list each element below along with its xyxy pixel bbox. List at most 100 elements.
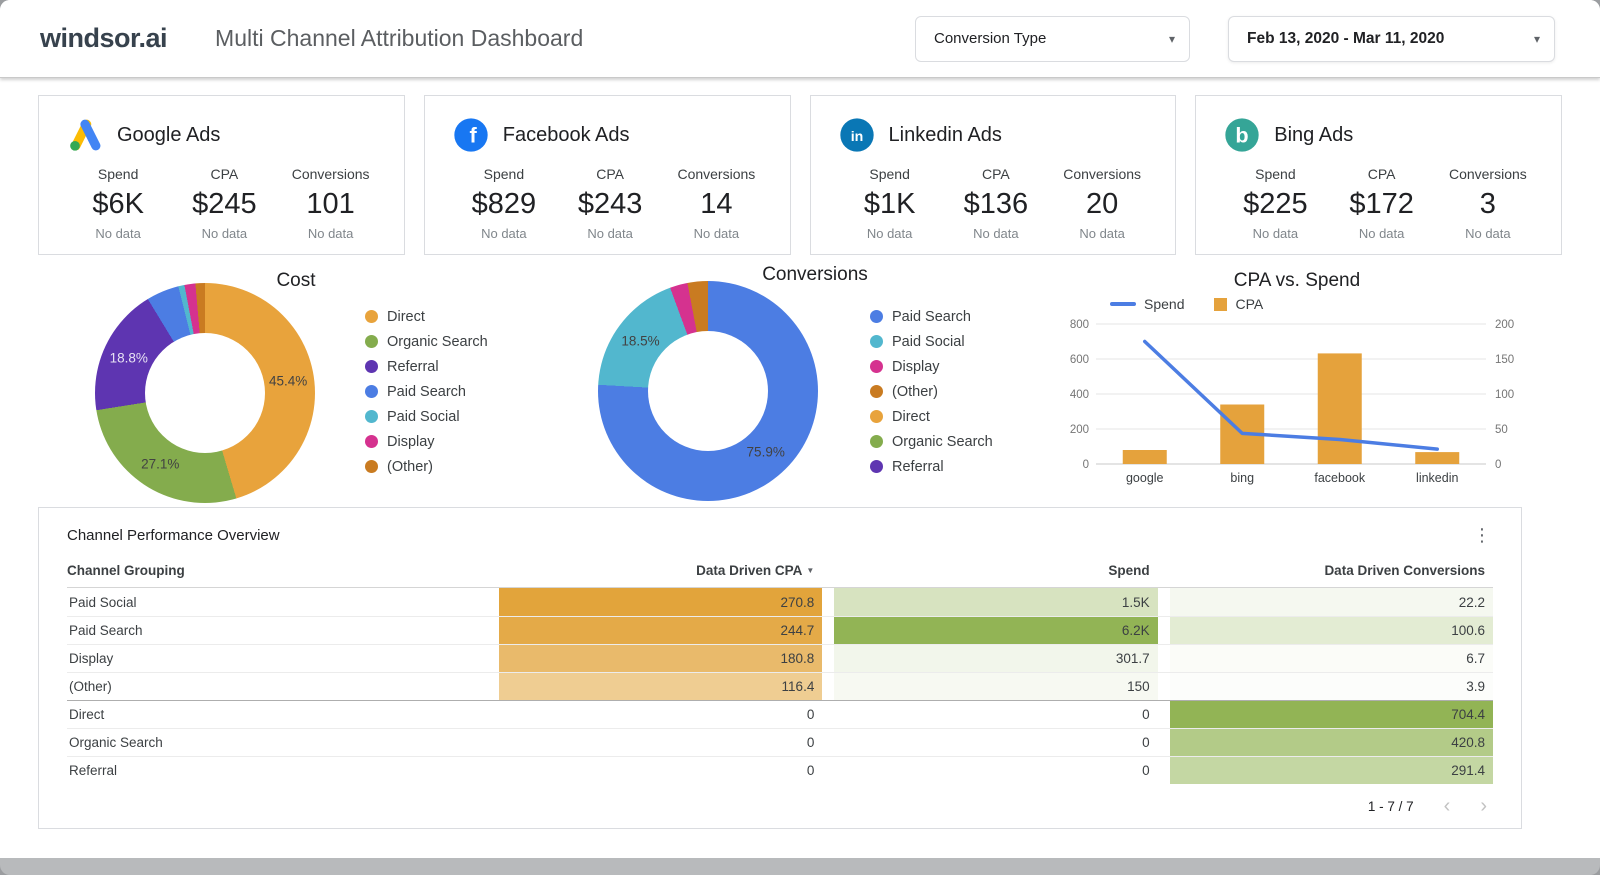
google-ads-icon [65,115,105,155]
legend-color-dot [365,335,378,348]
legend-item[interactable]: Direct [870,404,993,429]
legend-label: CPA [1235,296,1263,312]
legend-item[interactable]: Display [870,354,993,379]
kebab-menu-icon[interactable]: ⋮ [1473,526,1491,544]
legend-item[interactable]: Organic Search [870,429,993,454]
legend-label: Display [387,434,435,450]
cost-donut-chart: Cost 45.4%27.1%18.8% DirectOrganic Searc… [38,262,538,505]
left-axis-tick: 800 [1070,319,1089,331]
right-axis-tick: 150 [1495,354,1514,366]
pagination-label: 1 - 7 / 7 [1368,799,1414,814]
legend-item[interactable]: Paid Social [870,329,993,354]
legend-item[interactable]: (Other) [365,454,488,479]
bing-icon: b [1222,115,1262,155]
cost-legend: Direct Organic Search Referral Paid Search P… [365,304,488,479]
cpa-cell: 180.8 [499,645,822,672]
metric-value: $225 [1222,188,1328,221]
column-header-channel[interactable]: Channel Grouping [67,563,487,578]
metric-spend: Spend $6K No data [65,166,171,241]
legend-label: Paid Social [387,409,460,425]
cpa-bar[interactable] [1415,452,1459,464]
metric-label: CPA [557,166,663,182]
legend-color-dot [870,385,883,398]
card-metrics: Spend $6K No data CPA $245 No data Conve… [65,166,384,241]
card-header: Google Ads [65,112,384,158]
legend-color-dot [365,410,378,423]
legend-label: Referral [387,359,439,375]
card-metrics: Spend $1K No data CPA $136 No data Conve… [837,166,1156,241]
metric-note: No data [1222,226,1328,241]
donut-percent-label: 27.1% [141,457,179,472]
legend-label: Referral [892,459,944,475]
metric-cpa: CPA $245 No data [171,166,277,241]
facebook-icon: f [451,115,491,155]
column-header-spend[interactable]: Spend [834,563,1157,578]
conversions-donut[interactable]: 75.9%18.5% [598,281,818,501]
scorecard-bing-ads: b Bing Ads Spend $225 No data CPA $172 N… [1195,95,1562,255]
legend-item-spend[interactable]: Spend [1110,296,1184,312]
legend-item[interactable]: Display [365,429,488,454]
column-header-cpa[interactable]: Data Driven CPA▼ [499,563,822,578]
metric-cpa: CPA $243 No data [557,166,663,241]
card-header: b Bing Ads [1222,112,1541,158]
header: windsor.ai Multi Channel Attribution Das… [0,0,1600,78]
conversion-type-dropdown[interactable]: Conversion Type ▾ [915,16,1190,62]
legend-item[interactable]: Organic Search [365,329,488,354]
page-prev-icon[interactable]: ‹ [1444,796,1451,816]
metric-label: CPA [171,166,277,182]
legend-item[interactable]: Direct [365,304,488,329]
conversion-type-label: Conversion Type [934,30,1046,47]
cpa-cell: 116.4 [499,673,822,700]
metric-value: 20 [1049,188,1155,221]
metric-note: No data [65,226,171,241]
card-title: Linkedin Ads [889,124,1002,147]
cpa-cell: 0 [499,729,822,756]
left-axis-tick: 400 [1070,389,1089,401]
spend-line[interactable] [1145,342,1438,450]
date-range-label: Feb 13, 2020 - Mar 11, 2020 [1247,30,1444,48]
legend-color-dot [870,410,883,423]
channel-name: Paid Search [67,623,487,638]
spend-cell: 0 [834,701,1157,728]
cpa-bar[interactable] [1123,450,1167,464]
metric-spend: Spend $1K No data [837,166,943,241]
legend-item[interactable]: Paid Search [870,304,993,329]
metric-value: $6K [65,188,171,221]
legend-color-dot [365,310,378,323]
browser-viewport: windsor.ai Multi Channel Attribution Das… [0,0,1600,875]
legend-label: Direct [387,309,425,325]
conversions-cell: 100.6 [1170,617,1493,644]
table-row[interactable]: Paid Social270.81.5K22.2 [67,588,1493,616]
table-row[interactable]: (Other)116.41503.9 [67,672,1493,700]
table-row[interactable]: Organic Search00420.8 [67,728,1493,756]
page-title: Multi Channel Attribution Dashboard [215,25,583,52]
legend-item[interactable]: Paid Social [365,404,488,429]
table-row[interactable]: Referral00291.4 [67,756,1493,784]
table-row[interactable]: Direct00704.4 [67,700,1493,728]
channel-name: Referral [67,763,487,778]
legend-item-cpa[interactable]: CPA [1214,296,1263,312]
legend-color-dot [365,435,378,448]
svg-text:b: b [1236,123,1249,148]
pagination: 1 - 7 / 7 ‹ › [1368,796,1487,816]
legend-item[interactable]: Paid Search [365,379,488,404]
legend-color-dot [870,360,883,373]
legend-item[interactable]: Referral [365,354,488,379]
x-axis-label: facebook [1314,471,1365,485]
channel-name: (Other) [67,679,487,694]
legend-item[interactable]: (Other) [870,379,993,404]
table-row[interactable]: Paid Search244.76.2K100.6 [67,616,1493,644]
date-range-picker[interactable]: Feb 13, 2020 - Mar 11, 2020 ▾ [1228,16,1555,62]
legend-item[interactable]: Referral [870,454,993,479]
column-header-conversions[interactable]: Data Driven Conversions [1170,563,1493,578]
cpa-cell: 0 [499,757,822,784]
table-row[interactable]: Display180.8301.76.7 [67,644,1493,672]
page-next-icon[interactable]: › [1480,796,1487,816]
metric-value: $829 [451,188,557,221]
spend-cell: 150 [834,673,1157,700]
metric-label: CPA [943,166,1049,182]
metric-label: Spend [451,166,557,182]
cpa-bar[interactable] [1318,353,1362,464]
cost-donut[interactable]: 45.4%27.1%18.8% [95,283,315,503]
channel-name: Paid Social [67,595,487,610]
